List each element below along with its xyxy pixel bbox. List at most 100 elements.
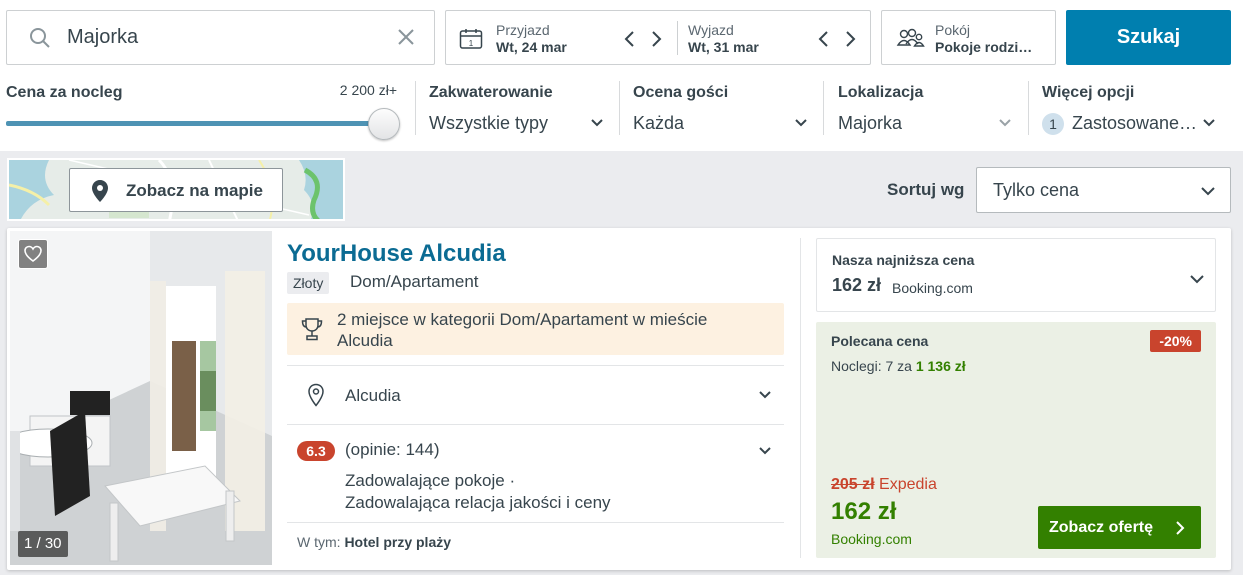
rating-filter[interactable]: Ocena gości Każda xyxy=(633,84,813,134)
old-price-value: 205 zł xyxy=(831,476,875,493)
old-price-provider: Expedia xyxy=(879,476,937,493)
rating-score-badge: 6.3 xyxy=(297,441,335,461)
view-offer-label: Zobacz ofertę xyxy=(1049,518,1154,536)
includes-line: W tym: Hotel przy plaży xyxy=(297,534,451,550)
column-divider xyxy=(800,238,801,558)
chevron-down-icon xyxy=(999,119,1011,127)
filter-divider xyxy=(619,81,620,135)
nights-total-price: 1 136 zł xyxy=(915,358,966,374)
reviews-row[interactable]: 6.3 (opinie: 144) Zadowalające pokoje · … xyxy=(287,434,784,524)
location-filter[interactable]: Lokalizacja Majorka xyxy=(838,84,1018,134)
view-map-label: Zobacz na mapie xyxy=(126,181,263,200)
checkin-label: Przyjazd xyxy=(496,22,550,38)
more-options-title: Więcej opcji xyxy=(1042,84,1135,101)
discount-badge: -20% xyxy=(1150,330,1201,352)
review-summary-line: Zadowalająca relacja jakości i ceny xyxy=(345,493,611,512)
chevron-down-icon xyxy=(1203,119,1215,127)
filter-divider xyxy=(415,81,416,135)
chevron-left-icon[interactable] xyxy=(623,28,637,50)
checkin-value[interactable]: Wt, 24 mar xyxy=(496,39,567,55)
price-filter-title: Cena za nocleg xyxy=(6,84,123,101)
search-icon xyxy=(30,28,50,48)
search-header: Majorka 1 Przyjazd Wt, 24 mar Wyjazd Wt,… xyxy=(0,0,1243,151)
chevron-down-icon xyxy=(1201,187,1215,196)
nights-prefix: Noclegi: 7 za xyxy=(831,358,912,374)
applied-count-badge: 1 xyxy=(1042,113,1064,136)
separator xyxy=(287,424,784,425)
room-selector[interactable]: Pokój Pokoje rodzi… xyxy=(881,10,1056,65)
search-button[interactable]: Szukaj xyxy=(1066,10,1231,65)
view-offer-button[interactable]: Zobacz ofertę xyxy=(1038,506,1201,549)
lowest-price-provider: Booking.com xyxy=(892,280,973,296)
filter-divider xyxy=(823,81,824,135)
chevron-down-icon xyxy=(1190,275,1204,284)
calendar-icon: 1 xyxy=(459,29,483,49)
property-type: Dom/Apartament xyxy=(350,272,479,291)
accommodation-filter-title: Zakwaterowanie xyxy=(429,84,553,101)
hotel-photo[interactable]: 1 / 30 xyxy=(10,231,272,565)
clear-icon[interactable] xyxy=(394,25,418,49)
review-summary-line: Zadowalające pokoje · xyxy=(345,471,516,490)
rooms-value: Pokoje rodzi… xyxy=(935,39,1033,55)
recommended-offer: Polecana cena -20% Noclegi: 7 za 1 136 z… xyxy=(816,322,1216,558)
rating-filter-title: Ocena gości xyxy=(633,84,729,101)
price-filter: Cena za nocleg 2 200 zł+ xyxy=(6,82,401,144)
offer-price: 162 zł xyxy=(831,498,897,525)
separator xyxy=(287,522,784,523)
more-options-filter[interactable]: Więcej opcji 1 Zastosowane… xyxy=(1042,84,1232,136)
rating-filter-value[interactable]: Każda xyxy=(633,113,684,134)
room-photo-image xyxy=(10,231,272,565)
price-slider-track[interactable] xyxy=(6,121,384,126)
location-row[interactable]: Alcudia xyxy=(287,368,784,424)
checkin-arrows xyxy=(623,28,663,50)
award-banner: 2 miejsce w kategorii Dom/Apartament w m… xyxy=(287,303,784,355)
more-options-value-wrap[interactable]: 1 Zastosowane… xyxy=(1042,113,1198,136)
chevron-left-icon[interactable] xyxy=(817,28,831,50)
date-divider xyxy=(677,21,678,55)
includes-label: W tym: xyxy=(297,534,341,550)
chevron-right-icon[interactable] xyxy=(843,28,857,50)
chevron-right-icon[interactable] xyxy=(649,28,663,50)
offer-title: Polecana cena xyxy=(831,333,929,349)
lowest-price-value: 162 zł xyxy=(832,275,882,295)
search-input[interactable]: Majorka xyxy=(67,26,138,49)
calendar-day: 1 xyxy=(469,39,474,48)
chevron-down-icon xyxy=(591,119,603,127)
lowest-price-box[interactable]: Nasza najniższa cena 162 zł Booking.com xyxy=(816,238,1216,312)
separator xyxy=(287,365,784,366)
location-filter-value[interactable]: Majorka xyxy=(838,113,902,134)
hotel-name[interactable]: YourHouse Alcudia xyxy=(287,240,506,268)
photo-counter: 1 / 30 xyxy=(18,531,68,557)
hotel-card: 1 / 30 YourHouse Alcudia Złoty Dom/Apart… xyxy=(7,228,1231,570)
accommodation-filter[interactable]: Zakwaterowanie Wszystkie typy xyxy=(429,84,609,134)
view-map-button[interactable]: Zobacz na mapie xyxy=(69,168,283,212)
price-filter-max: 2 200 zł+ xyxy=(339,82,397,98)
lowest-price-title: Nasza najniższa cena xyxy=(832,252,975,268)
trophy-icon xyxy=(301,318,323,341)
offer-provider: Booking.com xyxy=(831,531,912,547)
accommodation-filter-value[interactable]: Wszystkie typy xyxy=(429,113,548,134)
tier-badge: Złoty xyxy=(287,272,330,294)
checkout-value[interactable]: Wt, 31 mar xyxy=(688,39,759,55)
includes-value: Hotel przy plaży xyxy=(344,534,452,550)
price-slider-handle[interactable] xyxy=(368,108,400,140)
chevron-down-icon xyxy=(759,391,771,399)
sort-label: Sortuj wg xyxy=(887,180,965,199)
map-pin-icon xyxy=(92,180,108,202)
heart-icon xyxy=(24,245,42,262)
hotel-info: YourHouse Alcudia Złoty Dom/Apartament 2… xyxy=(287,228,784,570)
nights-total: Noclegi: 7 za 1 136 zł xyxy=(831,358,966,374)
filter-divider xyxy=(1028,81,1029,135)
old-price: 205 zł Expedia xyxy=(831,476,937,494)
people-icon xyxy=(896,28,925,47)
search-field[interactable]: Majorka xyxy=(6,10,435,65)
rooms-label: Pokój xyxy=(935,22,971,38)
sort-select[interactable]: Tylko cena xyxy=(976,167,1231,213)
date-picker[interactable]: 1 Przyjazd Wt, 24 mar Wyjazd Wt, 31 mar xyxy=(445,10,871,65)
more-options-value: Zastosowane… xyxy=(1072,113,1198,133)
chevron-down-icon xyxy=(795,119,807,127)
review-count: (opinie: 144) xyxy=(345,440,440,459)
checkout-arrows xyxy=(817,28,857,50)
favorite-button[interactable] xyxy=(18,239,48,269)
review-summary: Zadowalające pokoje · Zadowalająca relac… xyxy=(345,470,611,514)
